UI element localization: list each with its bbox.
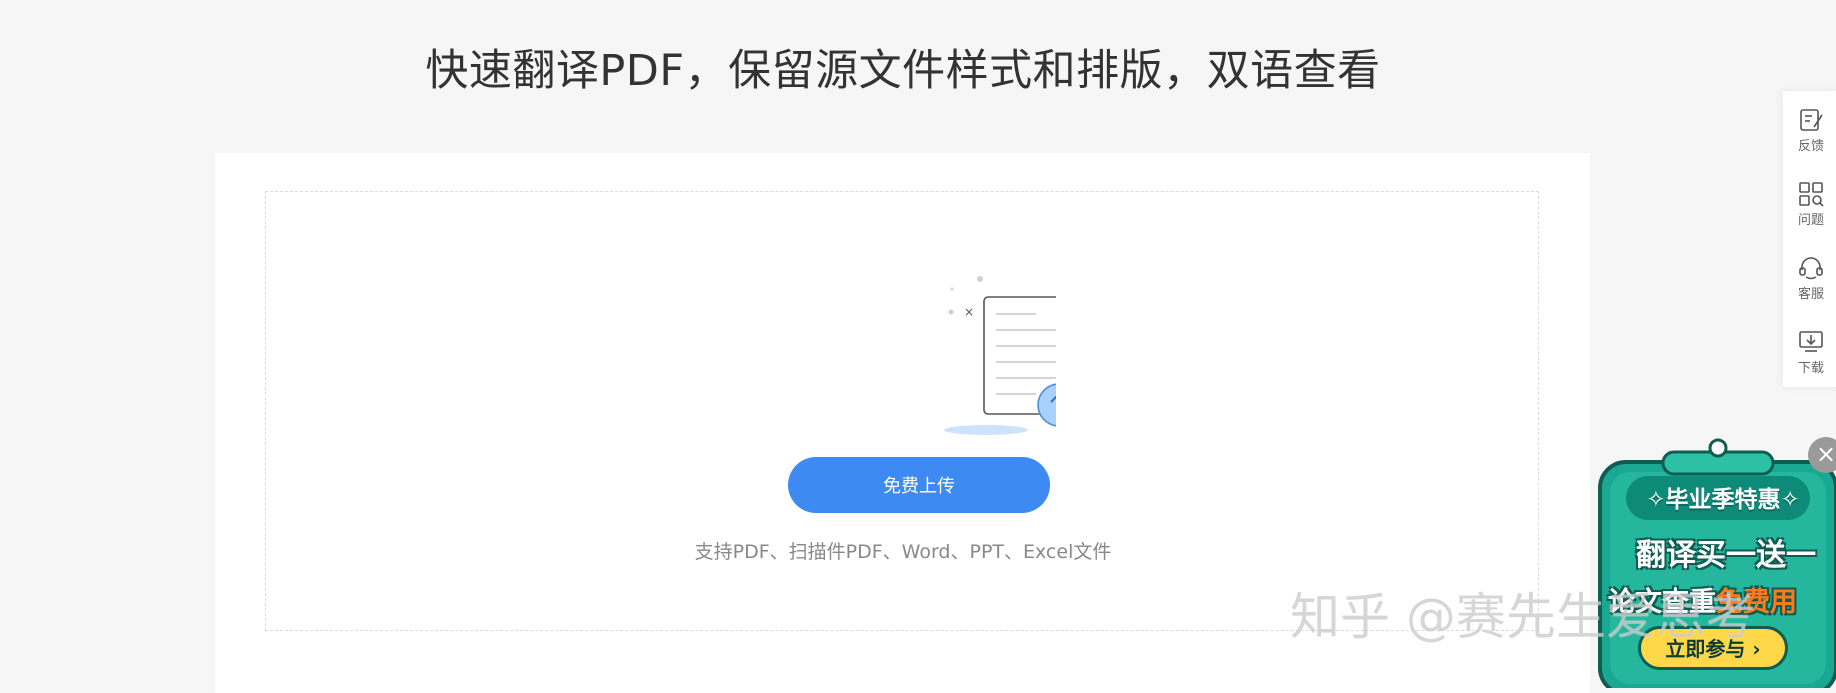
- free-upload-button[interactable]: 免费上传: [788, 457, 1050, 513]
- promo-line-2-prefix: 论文查重: [1608, 587, 1716, 618]
- sidebar-item-label: 客服: [1797, 287, 1824, 302]
- promo-close-icon[interactable]: ×: [1808, 437, 1836, 473]
- page-headline: 快速翻译PDF，保留源文件样式和排版，双语查看: [425, 46, 1381, 96]
- sidebar-item-feedback[interactable]: 反馈: [1783, 95, 1836, 165]
- right-toolbar: 反馈 问题 客服 下载: [1783, 91, 1836, 387]
- promo-free-highlight: 免费用: [1716, 587, 1797, 618]
- promo-line-1: 翻译买一送一: [1636, 538, 1816, 573]
- sidebar-item-support[interactable]: 客服: [1783, 243, 1836, 313]
- promo-title: ✧毕业季特惠✧: [1646, 487, 1800, 513]
- upload-card: × × × 免费上传 支持PDF、扫描件PDF、Word、PPT、Excel文件: [215, 153, 1590, 693]
- document-upload-icon: × × ×: [944, 276, 1056, 435]
- grid-search-icon: [1799, 182, 1824, 207]
- sidebar-item-label: 问题: [1797, 213, 1824, 228]
- sidebar-item-questions[interactable]: 问题: [1783, 169, 1836, 239]
- sidebar-item-download[interactable]: 下载: [1783, 317, 1836, 387]
- sidebar-item-label: 下载: [1797, 361, 1824, 376]
- svg-text:×: ×: [964, 305, 974, 319]
- promo-line-2: 论文查重免费用: [1608, 580, 1836, 619]
- feedback-icon: [1800, 109, 1823, 131]
- promo-join-button[interactable]: 立即参与 ›: [1638, 626, 1788, 670]
- headset-icon: [1799, 257, 1823, 280]
- upload-dropzone[interactable]: × × × 免费上传 支持PDF、扫描件PDF、Word、PPT、Excel文件: [265, 191, 1539, 631]
- sidebar-item-label: 反馈: [1797, 139, 1824, 154]
- promo-banner[interactable]: ✧毕业季特惠✧ 翻译买一送一 论文查重免费用 立即参与 ›: [1598, 438, 1836, 688]
- download-icon: [1799, 331, 1823, 352]
- supported-formats-hint: 支持PDF、扫描件PDF、Word、PPT、Excel文件: [694, 541, 1112, 563]
